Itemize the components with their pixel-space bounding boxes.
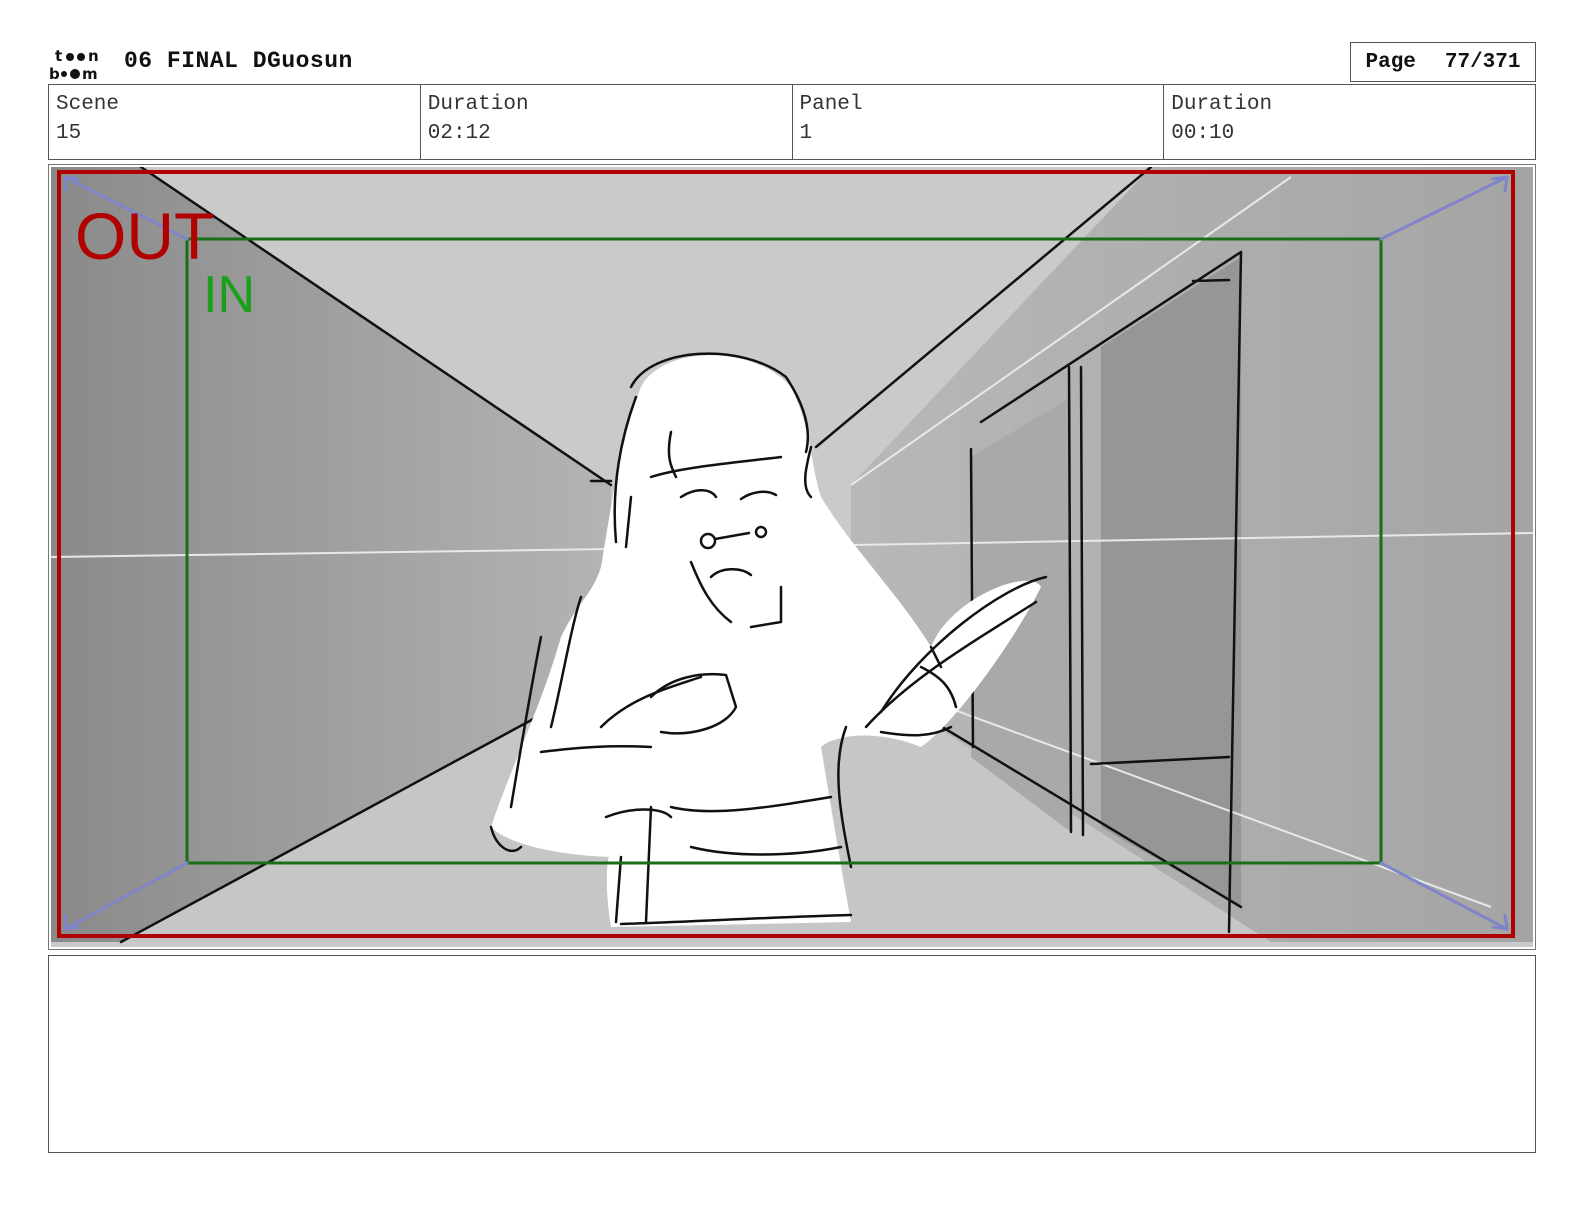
door-shadow: [1101, 257, 1241, 907]
out-label: OUT: [75, 199, 214, 273]
scene-value: 15: [56, 122, 82, 145]
svg-text:t: t: [55, 47, 62, 65]
svg-text:m: m: [82, 65, 98, 82]
panel-duration-value: 00:10: [1171, 122, 1235, 145]
scene-duration-cell: Duration 02:12: [421, 85, 793, 159]
scene-duration-value: 02:12: [427, 122, 491, 145]
panel-notes-box: [48, 955, 1536, 1153]
panel-cell: Panel 1: [793, 85, 1165, 159]
svg-text:b: b: [49, 65, 60, 82]
panel-duration-label: Duration: [1171, 93, 1273, 116]
svg-text:n: n: [88, 47, 99, 65]
scene-info-row: Scene 15 Duration 02:12 Panel 1 Duration…: [48, 84, 1536, 160]
panel-value: 1: [799, 122, 813, 145]
in-label: IN: [203, 266, 255, 324]
toonboom-logo: t n b m: [49, 47, 99, 82]
document-title: 06 FINAL DGuosun: [124, 48, 353, 74]
scene-cell: Scene 15: [49, 85, 421, 159]
panel-label: Panel: [799, 93, 863, 116]
page-indicator: Page 77/371: [1350, 42, 1536, 82]
panel-duration-cell: Duration 00:10: [1164, 85, 1535, 159]
page-number: 77/371: [1444, 50, 1521, 74]
page-label: Page: [1365, 50, 1416, 74]
scene-duration-label: Duration: [427, 93, 529, 116]
panel-sketch: OUT IN: [51, 167, 1533, 947]
storyboard-panel: OUT IN: [48, 164, 1536, 950]
scene-label: Scene: [56, 93, 120, 116]
